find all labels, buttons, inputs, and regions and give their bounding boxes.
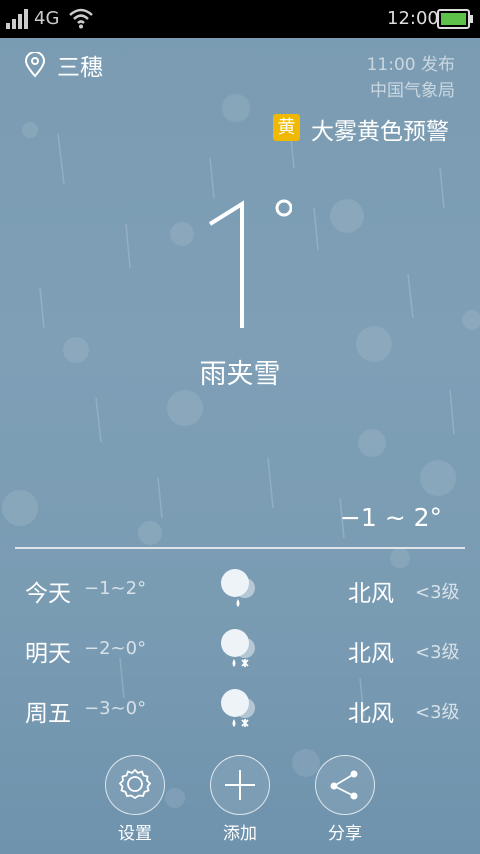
current-temperature: 1 [202,196,292,328]
divider [15,547,465,549]
publish-source: 中国气象局 [370,81,455,101]
location-pin-icon [24,52,46,78]
share-button[interactable]: 分享 [314,755,376,844]
add-button[interactable]: 添加 [209,755,271,844]
sleet-cloud-icon [221,689,255,727]
warning-text[interactable]: 大雾黄色预警 [311,112,449,146]
wifi-icon [69,8,93,29]
add-label: 添加 [223,824,257,844]
status-bar: 4G 12:00 [0,0,480,38]
temperature-range: −1 ~ 2° [339,503,442,532]
forecast-wind: 北风 [348,701,394,727]
settings-button[interactable]: 设置 [104,755,166,844]
location-name[interactable]: 三穗 [57,48,103,82]
share-icon [330,770,358,800]
forecast-wind: 北风 [348,641,394,667]
forecast-day: 周五 [25,701,71,727]
forecast-temp: −2~0° [84,638,147,659]
share-label: 分享 [328,824,362,844]
plus-icon [225,770,255,800]
forecast-row-today[interactable]: 今天 −1~2° 北风 <3级 [0,566,480,614]
forecast-temp: −3~0° [84,698,147,719]
rain-cloud-icon [221,569,255,607]
forecast-wind: 北风 [348,581,394,607]
forecast-row-tomorrow[interactable]: 明天 −2~0° 北风 <3级 [0,626,480,674]
forecast-wind-level: <3级 [415,582,460,603]
settings-label: 设置 [118,824,152,844]
forecast-row-friday[interactable]: 周五 −3~0° 北风 <3级 [0,686,480,734]
sleet-cloud-icon [221,629,255,667]
forecast-wind-level: <3级 [415,642,460,663]
publish-info: 11:00 发布 中国气象局 [367,52,455,104]
weather-description: 雨夹雪 [199,359,281,390]
publish-time: 11:00 发布 [366,55,455,75]
gear-icon [118,768,152,800]
battery-icon [437,9,473,29]
forecast-temp: −1~2° [84,578,147,599]
network-type: 4G [34,8,60,29]
warning-badge[interactable]: 黄 [273,114,300,141]
clock: 12:00 [387,8,439,29]
forecast-wind-level: <3级 [415,702,460,723]
forecast-day: 今天 [25,581,71,607]
current-temperature-value: 1 [202,196,203,197]
forecast-day: 明天 [25,641,71,667]
signal-icon [6,9,28,29]
